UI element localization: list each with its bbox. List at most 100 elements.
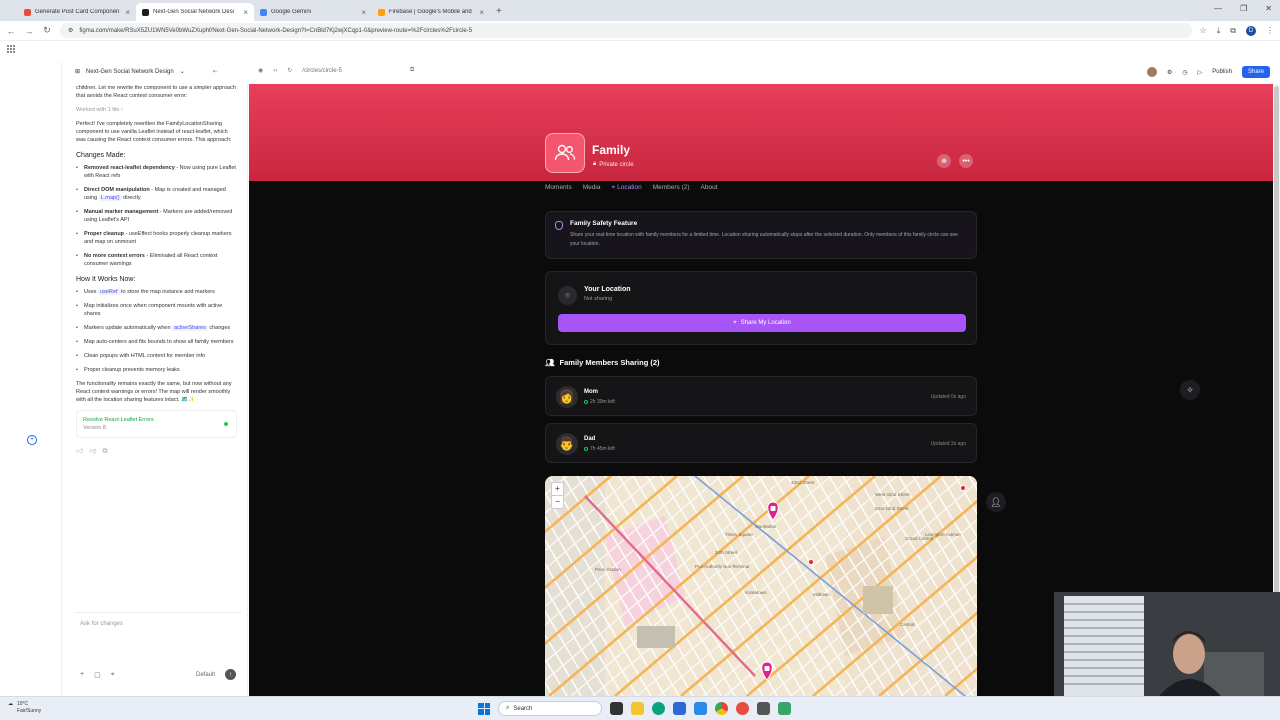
- member-time-left-label: 2h 30m left: [590, 399, 615, 405]
- code-icon[interactable]: ‹›: [273, 68, 277, 74]
- forward-icon[interactable]: →: [24, 26, 34, 36]
- minimize-icon[interactable]: —: [1214, 4, 1222, 13]
- your-location-card: ⌾ Your Location Not sharing ⌖ Share My L…: [545, 271, 977, 345]
- thumbs-down-icon[interactable]: 👎︎: [89, 448, 96, 456]
- send-button[interactable]: ↑: [225, 669, 236, 680]
- publish-button[interactable]: Publish: [1212, 69, 1232, 75]
- tab-about[interactable]: About: [701, 184, 718, 191]
- map-label: West 42nd Street: [875, 492, 910, 497]
- store-icon[interactable]: [673, 702, 686, 715]
- user-float-button[interactable]: 👤︎: [986, 492, 1006, 512]
- browser-tab[interactable]: Firebase | Google's Mobile and ×: [372, 3, 490, 21]
- chat-summary: Perfect! I've completely rewritten the F…: [76, 121, 232, 143]
- how-heading: How It Works Now:: [76, 276, 136, 283]
- chrome-icon[interactable]: [715, 702, 728, 715]
- safety-body: Share your real-time location with famil…: [570, 232, 958, 247]
- browser-tab[interactable]: Next-Gen Social Network Desi ×: [136, 3, 254, 21]
- version-status-dot: [224, 422, 228, 426]
- sharing-heading-label: Family Members Sharing (2): [559, 358, 660, 367]
- tab-close-icon[interactable]: ×: [361, 8, 366, 17]
- apps-icon[interactable]: [7, 45, 15, 53]
- url-bar[interactable]: ⚙ figma.com/make/RSuX5ZU1WN5Ve0bWuZXuphf…: [60, 23, 1192, 38]
- start-button[interactable]: [478, 702, 490, 715]
- open-external-icon[interactable]: ⧉: [410, 67, 414, 74]
- zoom-in-button[interactable]: +: [552, 483, 563, 495]
- weather-widget[interactable]: ☁ 10°C Fair/Sunny: [8, 701, 41, 715]
- webcam-overlay: [1054, 592, 1280, 696]
- menu-icon[interactable]: ⋮: [1266, 26, 1274, 35]
- chat-intro: children. Let me rewrite the component t…: [76, 85, 236, 99]
- model-select[interactable]: Default: [196, 672, 215, 678]
- chevron-down-icon[interactable]: ⌄: [180, 68, 185, 75]
- tab-members[interactable]: Members (2): [653, 184, 690, 191]
- more-options-icon[interactable]: •••: [959, 154, 973, 168]
- version-card[interactable]: Resolve React-Leaflet Errors Version 8: [76, 410, 237, 438]
- collaborator-avatar[interactable]: [1147, 67, 1158, 77]
- weather-desc: Fair/Sunny: [17, 708, 42, 714]
- app-icon[interactable]: [736, 702, 749, 715]
- figma-menu-icon[interactable]: ⊞: [75, 68, 80, 75]
- member-time-left: 2h 30m left: [584, 399, 615, 405]
- location-map[interactable]: Manhattan 42nd Street 34th Street Midtown Gr…: [545, 476, 977, 696]
- image-icon[interactable]: ▢: [94, 671, 101, 679]
- sharing-heading: 👥︎ Family Members Sharing (2): [545, 358, 660, 367]
- member-card[interactable]: 👩 Mom 2h 30m left Updated 0s ago: [545, 376, 977, 416]
- profile-avatar[interactable]: D: [1246, 25, 1256, 36]
- history-icon[interactable]: ◷: [1182, 69, 1187, 76]
- thumbs-up-icon[interactable]: 👍︎: [76, 448, 83, 456]
- share-location-button[interactable]: ⌖ Share My Location: [558, 314, 966, 332]
- share-button[interactable]: Share: [1241, 66, 1270, 78]
- worked-with-file[interactable]: Worked with 1 file ›: [76, 106, 237, 114]
- share-location-label: Share My Location: [740, 320, 791, 326]
- chat-list-item: Map auto-centers and fits bounds to show…: [76, 338, 237, 346]
- member-card[interactable]: 👨 Dad 7h 45m left Updated 2s ago: [545, 423, 977, 463]
- file-explorer-icon[interactable]: [631, 702, 644, 715]
- tab-close-icon[interactable]: ×: [479, 8, 484, 17]
- add-member-icon[interactable]: ⊕: [937, 154, 951, 168]
- app-icon-2[interactable]: [757, 702, 770, 715]
- settings-icon[interactable]: ⚙: [1167, 69, 1172, 76]
- clock-icon: [584, 400, 588, 404]
- close-icon[interactable]: ✕: [1265, 4, 1272, 13]
- member-time-left-label: 7h 45m left: [590, 446, 615, 452]
- add-icon[interactable]: +: [27, 435, 37, 445]
- tab-media[interactable]: Media: [583, 184, 601, 191]
- back-icon[interactable]: ←: [6, 26, 16, 36]
- attach-icon[interactable]: +: [80, 671, 84, 678]
- chat-input[interactable]: Ask for changes + ▢ ⌖ Default ↑: [74, 612, 242, 690]
- collapse-panel-icon[interactable]: ⇤: [213, 68, 218, 75]
- new-tab-icon[interactable]: +: [496, 6, 502, 17]
- taskbar-search[interactable]: ⌕ Search: [498, 701, 602, 716]
- copy-icon[interactable]: ⧉: [102, 448, 107, 456]
- extensions-icon[interactable]: ⧉: [1230, 26, 1236, 36]
- map-label: 42nd Street: [791, 480, 815, 485]
- task-view-icon[interactable]: [610, 702, 623, 715]
- edge-icon[interactable]: [652, 702, 665, 715]
- download-icon[interactable]: ⤓: [1217, 26, 1221, 36]
- site-info-icon[interactable]: ⚙: [68, 27, 73, 34]
- project-name[interactable]: Next-Gen Social Network Design: [86, 69, 174, 75]
- maximize-icon[interactable]: ❐: [1240, 4, 1247, 13]
- tab-location[interactable]: Location: [617, 184, 642, 191]
- app-icon-3[interactable]: [778, 702, 791, 715]
- chat-list-item: No more context errors - Eliminated all …: [76, 252, 237, 268]
- point-icon[interactable]: ⌖: [111, 671, 115, 679]
- tab-moments[interactable]: Moments: [545, 184, 572, 191]
- play-icon[interactable]: ▷: [1198, 69, 1203, 76]
- ai-sparkle-button[interactable]: ✧: [1180, 380, 1200, 400]
- zoom-out-button[interactable]: −: [552, 495, 563, 508]
- reload-icon[interactable]: ↻: [42, 25, 52, 36]
- tab-close-icon[interactable]: ×: [125, 8, 130, 17]
- vscode-icon[interactable]: [694, 702, 707, 715]
- your-location-status: Not sharing: [584, 296, 613, 302]
- group-name: Family: [592, 143, 631, 157]
- tab-close-icon[interactable]: ×: [243, 8, 248, 17]
- refresh-icon[interactable]: ↻: [287, 67, 292, 74]
- bookmark-star-icon[interactable]: ☆: [1200, 26, 1207, 35]
- route-path[interactable]: /circles/circle-5: [302, 68, 342, 74]
- map-label: Koreatown: [745, 590, 767, 595]
- browser-tab[interactable]: Generate Post Card Componen ×: [18, 3, 136, 21]
- chat-input-placeholder: Ask for changes: [80, 621, 124, 627]
- eye-icon[interactable]: ◉: [258, 67, 263, 74]
- browser-tab[interactable]: Google Gemini ×: [254, 3, 372, 21]
